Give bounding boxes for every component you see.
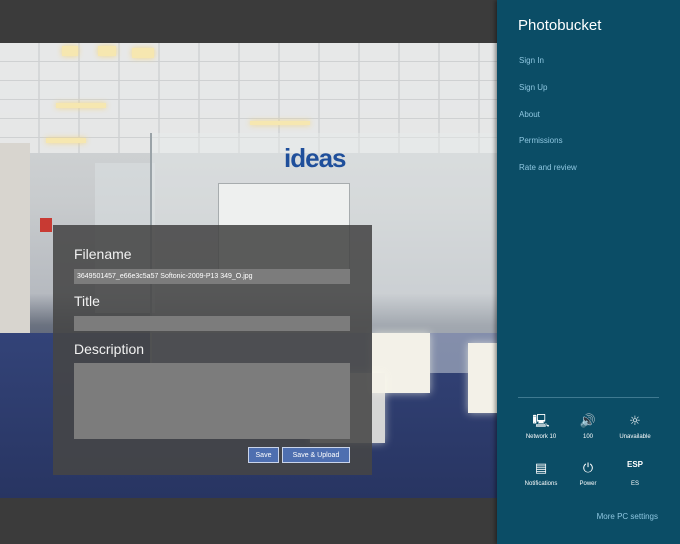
keyboard-tile[interactable]: ESP ES	[610, 460, 660, 487]
ceiling-light	[62, 46, 78, 56]
rate-review-link[interactable]: Rate and review	[519, 163, 577, 172]
light-cube	[468, 343, 497, 413]
brightness-tile[interactable]: ☼ Unavailable	[610, 413, 660, 440]
notifications-label: Notifications	[524, 481, 558, 487]
ceiling-light	[46, 138, 86, 143]
network-icon: 🖳	[532, 414, 550, 429]
about-link[interactable]: About	[519, 110, 540, 119]
charm-title: Photobucket	[518, 17, 602, 34]
ideas-sign: ideas	[284, 143, 346, 173]
save-upload-button[interactable]: Save & Upload	[282, 447, 350, 463]
sign-in-link[interactable]: Sign In	[519, 56, 544, 65]
description-label: Description	[74, 341, 145, 357]
filename-field[interactable]: 3649501457_e66e3c5a57 Softonic-2009-P13 …	[74, 269, 350, 284]
settings-charm-panel: Photobucket Sign In Sign Up About Permis…	[497, 0, 680, 544]
brightness-icon: ☼	[629, 414, 641, 429]
network-label: Network 10	[525, 434, 557, 440]
title-label: Title	[74, 293, 100, 309]
title-field[interactable]	[74, 316, 350, 331]
brightness-label: Unavailable	[619, 434, 651, 440]
permissions-link[interactable]: Permissions	[519, 136, 563, 145]
volume-tile[interactable]: 🔊 100	[563, 413, 613, 440]
volume-label: 100	[582, 434, 593, 440]
power-icon: ⏻	[582, 461, 594, 476]
power-tile[interactable]: ⏻ Power	[563, 460, 613, 487]
description-field[interactable]	[74, 363, 350, 439]
ceiling-light	[98, 46, 116, 56]
network-tile[interactable]: 🖳 Network 10	[516, 413, 566, 440]
photo-details-dialog: Filename 3649501457_e66e3c5a57 Softonic-…	[53, 225, 372, 475]
more-pc-settings-link[interactable]: More PC settings	[597, 512, 658, 521]
ceiling-light	[132, 48, 154, 58]
sign-up-link[interactable]: Sign Up	[519, 83, 547, 92]
keyboard-language-icon: ESP	[626, 460, 643, 469]
keyboard-label: ES	[630, 481, 639, 487]
red-chair	[40, 218, 52, 232]
notifications-tile[interactable]: ▤ Notifications	[516, 460, 566, 487]
power-label: Power	[579, 481, 597, 487]
volume-icon: 🔊	[579, 414, 597, 429]
save-button[interactable]: Save	[248, 447, 279, 463]
charm-separator	[518, 397, 659, 398]
ceiling-light	[250, 121, 310, 125]
ceiling-light	[56, 103, 106, 108]
filename-label: Filename	[74, 246, 132, 262]
notifications-icon: ▤	[534, 461, 548, 476]
